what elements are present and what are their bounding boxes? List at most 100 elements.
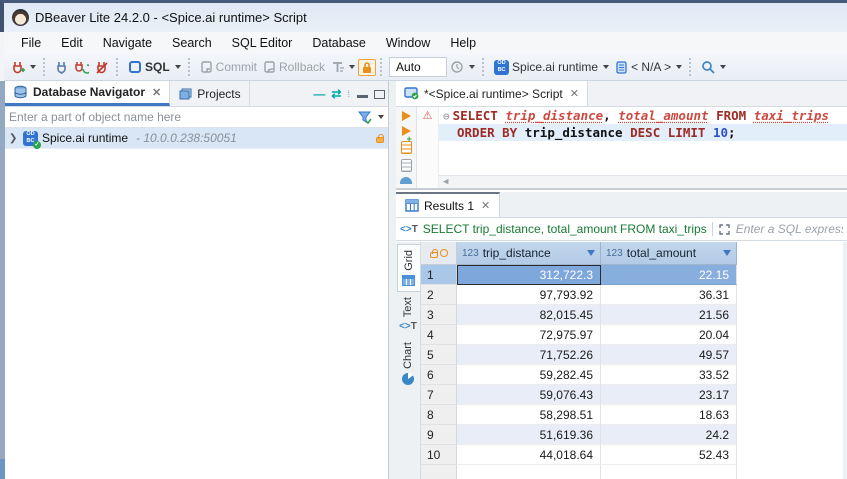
row-number[interactable]: 1 xyxy=(421,265,457,285)
cell-trip-distance[interactable]: 72,975.97 xyxy=(457,325,601,345)
search-button[interactable] xyxy=(698,58,729,76)
code-line-2[interactable]: ORDER BY trip_distance DESC LIMIT 10; xyxy=(439,124,847,141)
editor-hscrollbar[interactable]: ◀ xyxy=(439,175,847,188)
row-number[interactable]: 4 xyxy=(421,325,457,345)
close-icon[interactable]: ✕ xyxy=(481,199,490,212)
commit-button[interactable]: Commit xyxy=(197,58,260,76)
script-log-icon[interactable] xyxy=(401,159,412,172)
cell-total-amount[interactable]: 24.2 xyxy=(601,425,737,445)
table-row[interactable]: 4 72,975.97 20.04 xyxy=(421,325,847,345)
column-link-total-amount[interactable]: total_amount xyxy=(618,108,708,123)
row-number[interactable]: 8 xyxy=(421,405,457,425)
cell-total-amount[interactable]: 52.43 xyxy=(601,445,737,465)
cell-total-amount[interactable]: 23.17 xyxy=(601,385,737,405)
active-connection-caret[interactable] xyxy=(603,65,609,69)
collapse-all-icon[interactable]: — xyxy=(313,87,325,101)
tab-sql-script[interactable]: *<Spice.ai runtime> Script ✕ xyxy=(396,81,588,106)
column-header-total-amount[interactable]: 123 total_amount xyxy=(601,242,737,265)
sql-expression-input[interactable] xyxy=(736,222,843,236)
close-icon[interactable]: ✕ xyxy=(152,86,161,99)
row-number[interactable]: 6 xyxy=(421,365,457,385)
active-schema-selector[interactable]: < N/A > xyxy=(612,58,685,76)
active-schema-caret[interactable] xyxy=(676,65,682,69)
scroll-left-arrow-icon[interactable]: ◀ xyxy=(443,177,448,187)
tab-projects[interactable]: Projects xyxy=(170,81,249,106)
table-row[interactable]: 6 59,282.45 33.52 xyxy=(421,365,847,385)
table-row[interactable]: 9 51,619.36 24.2 xyxy=(421,425,847,445)
filter-caret[interactable] xyxy=(378,115,384,119)
cell-trip-distance[interactable]: 97,793.92 xyxy=(457,285,601,305)
cell-total-amount[interactable]: 36.31 xyxy=(601,285,737,305)
cell-trip-distance[interactable]: 71,752.26 xyxy=(457,345,601,365)
tab-results-1[interactable]: Results 1 ✕ xyxy=(396,192,500,217)
maximize-view-button[interactable] xyxy=(374,90,385,99)
column-link-trip-distance[interactable]: trip_distance xyxy=(505,108,603,123)
cell-trip-distance[interactable]: 59,076.43 xyxy=(457,385,601,405)
active-connection-selector[interactable]: ODBC Spice.ai runtime xyxy=(491,58,612,77)
minimize-view-button[interactable] xyxy=(357,90,368,98)
transaction-history-caret[interactable] xyxy=(469,65,475,69)
row-number[interactable]: 3 xyxy=(421,305,457,325)
execute-new-tab-button[interactable]: + xyxy=(402,126,411,136)
tab-database-navigator[interactable]: Database Navigator ✕ xyxy=(5,81,170,106)
new-connection-caret[interactable] xyxy=(30,65,36,69)
panel-sash[interactable] xyxy=(389,81,396,479)
cell-total-amount[interactable]: 33.52 xyxy=(601,365,737,385)
menu-window[interactable]: Window xyxy=(377,34,439,52)
table-row[interactable]: 2 97,793.92 36.31 xyxy=(421,285,847,305)
cell-trip-distance[interactable]: 59,282.45 xyxy=(457,365,601,385)
menu-sql-editor[interactable]: SQL Editor xyxy=(223,34,302,52)
tab-grid[interactable]: Grid xyxy=(397,244,420,292)
menu-search[interactable]: Search xyxy=(163,34,221,52)
transaction-log-button[interactable] xyxy=(328,58,358,76)
code-area[interactable]: ⊖SELECT trip_distance, total_amount FROM… xyxy=(439,107,847,188)
close-icon[interactable]: ✕ xyxy=(570,87,579,100)
cell-trip-distance[interactable]: 44,018.64 xyxy=(457,445,601,465)
cell-trip-distance[interactable]: 312,722.3 xyxy=(457,265,601,285)
autocommit-combo[interactable]: Auto xyxy=(389,57,447,77)
table-row[interactable]: 1 312,722.3 22.15 xyxy=(421,265,847,285)
sort-desc-icon[interactable] xyxy=(723,250,731,256)
column-header-trip-distance[interactable]: 123 trip_distance xyxy=(457,242,601,265)
menu-navigate[interactable]: Navigate xyxy=(94,34,161,52)
table-row[interactable]: 7 59,076.43 23.17 xyxy=(421,385,847,405)
sql-editor-button[interactable]: SQL xyxy=(125,58,184,76)
new-connection-button[interactable] xyxy=(8,58,39,76)
row-number[interactable]: 5 xyxy=(421,345,457,365)
menu-help[interactable]: Help xyxy=(441,34,485,52)
expand-panel-icon[interactable] xyxy=(718,223,731,236)
cell-total-amount[interactable]: 22.15 xyxy=(601,265,737,285)
cell-trip-distance[interactable]: 58,298.51 xyxy=(457,405,601,425)
connect-button[interactable] xyxy=(52,58,71,76)
cell-trip-distance[interactable]: 82,015.45 xyxy=(457,305,601,325)
view-menu-handle[interactable]: ⁞ xyxy=(347,92,351,97)
sql-editor-caret[interactable] xyxy=(175,65,181,69)
object-filter-input[interactable] xyxy=(9,110,354,124)
chevron-right-icon[interactable]: ❯ xyxy=(9,133,19,144)
table-link-taxi-trips[interactable]: taxi_trips xyxy=(754,108,829,123)
sort-desc-icon[interactable] xyxy=(587,250,595,256)
connection-readonly-toggle[interactable] xyxy=(358,59,376,76)
tab-text[interactable]: Text <>T xyxy=(397,292,420,337)
table-row[interactable]: 5 71,752.26 49.57 xyxy=(421,345,847,365)
disconnect-button[interactable] xyxy=(92,58,112,76)
link-with-editor-icon[interactable]: ⇄ xyxy=(331,87,341,101)
row-number[interactable]: 10 xyxy=(421,445,457,465)
cell-trip-distance[interactable]: 51,619.36 xyxy=(457,425,601,445)
menu-database[interactable]: Database xyxy=(303,34,375,52)
search-caret[interactable] xyxy=(720,65,726,69)
table-row[interactable]: 8 58,298.51 18.63 xyxy=(421,405,847,425)
menu-file[interactable]: File xyxy=(12,34,50,52)
row-number[interactable]: 7 xyxy=(421,385,457,405)
transaction-history-button[interactable] xyxy=(447,58,478,76)
tab-chart[interactable]: Chart xyxy=(397,337,420,390)
fold-collapse-icon[interactable]: ⊖ xyxy=(443,110,450,123)
explain-plan-icon[interactable] xyxy=(400,177,412,184)
cell-total-amount[interactable]: 18.63 xyxy=(601,405,737,425)
execute-statement-button[interactable] xyxy=(402,111,411,121)
cell-total-amount[interactable]: 21.56 xyxy=(601,305,737,325)
transaction-caret[interactable] xyxy=(349,65,355,69)
table-row[interactable]: 10 44,018.64 52.43 xyxy=(421,445,847,465)
code-line-1[interactable]: ⊖SELECT trip_distance, total_amount FROM… xyxy=(439,107,847,124)
cell-total-amount[interactable]: 20.04 xyxy=(601,325,737,345)
